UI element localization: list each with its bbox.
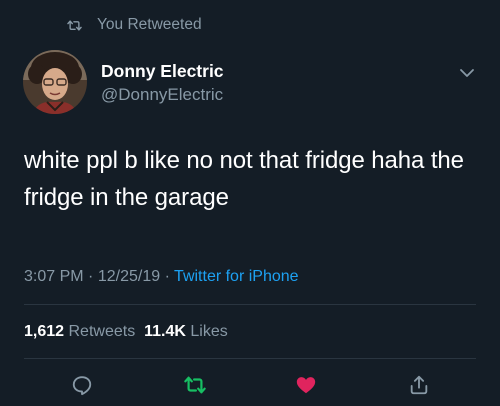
display-name[interactable]: Donny Electric bbox=[101, 60, 224, 82]
reply-button[interactable] bbox=[70, 373, 94, 397]
heart-icon bbox=[296, 377, 316, 394]
meta-separator: · bbox=[88, 268, 94, 285]
divider bbox=[24, 304, 476, 305]
tweet-date: 12/25/19 bbox=[97, 268, 161, 285]
divider bbox=[24, 358, 476, 359]
retweets-label: Retweets bbox=[68, 323, 136, 340]
tweet-meta: 3:07 PM · 12/25/19 · Twitter for iPhone bbox=[24, 266, 299, 288]
like-button[interactable] bbox=[294, 373, 318, 397]
avatar-photo bbox=[23, 50, 87, 114]
retweet-context: You Retweeted bbox=[67, 15, 202, 35]
likes-count: 11.4K bbox=[144, 323, 186, 340]
retweet-icon bbox=[67, 19, 82, 31]
tweet-card: You Retweeted Donny Electric @DonnyElect… bbox=[0, 0, 500, 406]
avatar[interactable] bbox=[23, 50, 87, 114]
chevron-down-icon[interactable] bbox=[458, 66, 476, 80]
likes-stat[interactable]: 11.4K Likes bbox=[144, 323, 228, 340]
share-icon bbox=[410, 375, 428, 395]
tweet-stats: 1,612 Retweets 11.4K Likes bbox=[24, 321, 228, 343]
meta-separator: · bbox=[164, 268, 170, 285]
likes-label: Likes bbox=[190, 323, 228, 340]
share-button[interactable] bbox=[407, 373, 431, 397]
retweets-stat[interactable]: 1,612 Retweets bbox=[24, 323, 135, 340]
tweet-source-link[interactable]: Twitter for iPhone bbox=[174, 268, 299, 285]
tweet-time: 3:07 PM bbox=[24, 268, 84, 285]
retweet-icon bbox=[184, 376, 206, 394]
reply-icon bbox=[72, 376, 92, 396]
retweet-context-label: You Retweeted bbox=[97, 16, 202, 33]
author-info[interactable]: Donny Electric @DonnyElectric bbox=[101, 60, 224, 106]
retweets-count: 1,612 bbox=[24, 323, 65, 340]
tweet-text: white ppl b like no not that fridge haha… bbox=[24, 147, 464, 211]
user-handle[interactable]: @DonnyElectric bbox=[101, 84, 224, 106]
retweet-button[interactable] bbox=[183, 373, 207, 397]
